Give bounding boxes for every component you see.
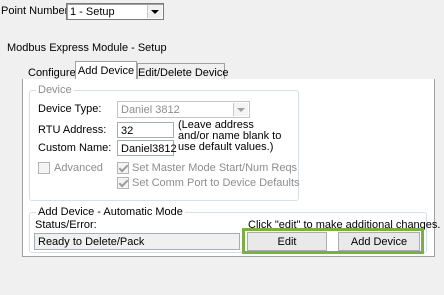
automatic-mode-legend: Add Device - Automatic Mode: [36, 206, 185, 219]
rtu-address-label: RTU Address:: [38, 124, 107, 136]
point-number-value: 1 - Setup: [70, 6, 115, 18]
edit-button[interactable]: Edit: [247, 232, 327, 251]
comm-port-checkbox[interactable]: [117, 177, 129, 189]
rtu-address-value: 32: [121, 125, 134, 137]
comm-port-label: Set Comm Port to Device Defaults: [132, 177, 300, 189]
point-number-label: Point Number :: [1, 5, 75, 17]
tab-configure[interactable]: Configure: [27, 63, 76, 79]
custom-name-value: Daniel3812: [121, 143, 177, 155]
chevron-down-icon: [151, 9, 159, 14]
module-title: Modbus Express Module - Setup: [7, 42, 167, 54]
master-mode-label: Set Master Mode Start/Num Reqs: [132, 162, 298, 174]
point-number-select[interactable]: 1 - Setup: [66, 3, 164, 20]
chevron-down-icon: [237, 107, 245, 112]
status-error-label: Status/Error:: [35, 219, 97, 231]
status-field: Ready to Delete/Pack: [34, 233, 240, 250]
default-hint-line3: use default values.): [178, 141, 274, 153]
device-type-select[interactable]: Daniel 3812: [117, 101, 250, 118]
add-device-tabpage: Device Device Type: Daniel 3812 RTU Addr…: [22, 79, 440, 257]
status-value: Ready to Delete/Pack: [38, 236, 145, 248]
advanced-label: Advanced: [54, 162, 103, 174]
master-mode-checkbox[interactable]: [117, 162, 129, 174]
add-device-button[interactable]: Add Device: [338, 232, 420, 251]
custom-name-input[interactable]: Daniel3812: [117, 140, 177, 156]
advanced-checkbox[interactable]: [38, 162, 50, 174]
automatic-mode-group: Add Device - Automatic Mode Status/Error…: [29, 206, 440, 254]
setup-panel: Modbus Express Module - Setup Configure …: [0, 22, 444, 295]
device-type-label: Device Type:: [38, 103, 102, 115]
device-group-legend: Device: [36, 84, 74, 97]
tab-add-device[interactable]: Add Device: [75, 61, 137, 80]
custom-name-label: Custom Name:: [38, 142, 112, 154]
device-type-dropdown-button[interactable]: [233, 103, 248, 116]
top-toolbar: Point Number : 1 - Setup: [0, 0, 444, 22]
tab-edit-delete-device[interactable]: Edit/Delete Device: [137, 63, 229, 79]
point-number-dropdown-button[interactable]: [147, 5, 162, 18]
rtu-address-input[interactable]: 32: [117, 122, 174, 138]
device-type-value: Daniel 3812: [121, 104, 180, 116]
device-group: Device Device Type: Daniel 3812 RTU Addr…: [29, 84, 300, 201]
